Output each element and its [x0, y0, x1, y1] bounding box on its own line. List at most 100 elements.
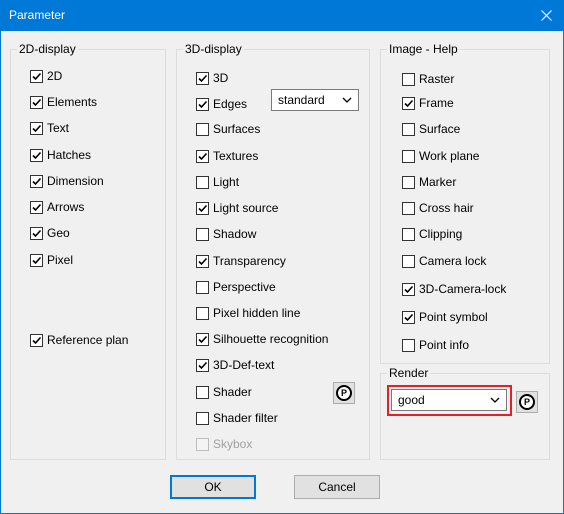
checkbox-label: Pixel	[47, 253, 74, 267]
checkbox-surfaces[interactable]: Surfaces	[196, 121, 260, 137]
checkbox-marker[interactable]: Marker	[402, 174, 456, 190]
checkbox-label: Work plane	[419, 149, 480, 163]
chevron-down-icon	[490, 397, 500, 403]
checkbox-work-plane[interactable]: Work plane	[402, 148, 479, 164]
checkbox-textures[interactable]: Textures	[196, 148, 258, 164]
checkbox-box[interactable]	[196, 385, 209, 399]
checkbox-box[interactable]	[402, 175, 415, 189]
checkbox-shader[interactable]: Shader	[196, 384, 252, 400]
checkbox-box[interactable]	[30, 226, 43, 240]
checkbox-box[interactable]	[402, 227, 415, 241]
checkbox-reference-plan[interactable]: Reference plan	[30, 332, 128, 348]
checkbox-box[interactable]	[30, 95, 43, 109]
checkbox-2d[interactable]: 2D	[30, 68, 62, 84]
checkbox-box[interactable]	[196, 227, 209, 241]
checkbox-box[interactable]	[402, 96, 415, 110]
checkbox-box[interactable]	[196, 122, 209, 136]
render-select[interactable]: good	[391, 389, 507, 411]
checkmark-icon	[404, 99, 414, 107]
checkbox-box[interactable]	[196, 411, 209, 425]
checkbox-light[interactable]: Light	[196, 174, 239, 190]
checkbox-label: Hatches	[47, 148, 92, 162]
checkmark-icon	[198, 257, 208, 265]
checkmark-icon	[198, 152, 208, 160]
checkbox-hatches[interactable]: Hatches	[30, 147, 91, 163]
render-p-button[interactable]: P	[516, 391, 538, 413]
checkbox-elements[interactable]: Elements	[30, 94, 97, 110]
checkbox-raster[interactable]: Raster	[402, 71, 454, 87]
checkbox-label: Pixel hidden line	[213, 306, 301, 320]
checkbox-cross-hair[interactable]: Cross hair	[402, 200, 474, 216]
checkbox-box[interactable]	[196, 175, 209, 189]
checkbox-3d[interactable]: 3D	[196, 70, 228, 86]
close-button[interactable]	[528, 0, 564, 31]
checkbox-text[interactable]: Text	[30, 120, 69, 136]
cancel-button[interactable]: Cancel	[294, 475, 380, 499]
checkbox-perspective[interactable]: Perspective	[196, 279, 276, 295]
checkbox-frame[interactable]: Frame	[402, 95, 454, 111]
checkmark-icon	[32, 98, 42, 106]
checkbox-box[interactable]	[196, 358, 209, 372]
checkbox-box[interactable]	[402, 254, 415, 268]
checkbox-pixel[interactable]: Pixel	[30, 252, 73, 268]
checkbox-box[interactable]	[196, 254, 209, 268]
checkbox-label: Camera lock	[419, 254, 487, 268]
checkbox-box[interactable]	[30, 333, 43, 347]
checkbox-point-symbol[interactable]: Point symbol	[402, 309, 488, 325]
checkbox-label: 3D	[213, 71, 229, 85]
checkbox-box	[196, 437, 209, 451]
ok-button[interactable]: OK	[170, 475, 256, 499]
checkbox-label: 2D	[47, 69, 63, 83]
checkbox-box[interactable]	[30, 253, 43, 267]
checkbox-light-source[interactable]: Light source	[196, 200, 278, 216]
checkbox-shadow[interactable]: Shadow	[196, 226, 256, 242]
checkbox-surface[interactable]: Surface	[402, 121, 460, 137]
checkbox-box[interactable]	[402, 72, 415, 86]
edges-select[interactable]: standard	[271, 89, 359, 111]
window-title: Parameter	[9, 8, 66, 22]
checkbox-box[interactable]	[30, 200, 43, 214]
checkbox-label: Perspective	[213, 280, 276, 294]
checkmark-icon	[32, 151, 42, 159]
checkbox-point-info[interactable]: Point info	[402, 337, 469, 353]
ok-button-label: OK	[204, 480, 222, 494]
checkbox-box[interactable]	[402, 201, 415, 215]
checkmark-icon	[198, 204, 208, 212]
checkbox-box[interactable]	[402, 149, 415, 163]
checkbox-box[interactable]	[196, 71, 209, 85]
checkmark-icon	[32, 72, 42, 80]
checkbox-box[interactable]	[30, 148, 43, 162]
checkbox-box[interactable]	[402, 122, 415, 136]
checkbox-edges[interactable]: Edges	[196, 96, 247, 112]
render-select-value: good	[398, 393, 425, 407]
checkbox-box[interactable]	[196, 306, 209, 320]
checkbox-box[interactable]	[196, 97, 209, 111]
checkbox-label: Shader filter	[213, 411, 278, 425]
checkbox-3d-def-text[interactable]: 3D-Def-text	[196, 357, 274, 373]
checkbox-box[interactable]	[30, 174, 43, 188]
checkbox-box[interactable]	[402, 338, 415, 352]
checkbox-pixel-hidden-line[interactable]: Pixel hidden line	[196, 305, 300, 321]
checkbox-dimension[interactable]: Dimension	[30, 173, 104, 189]
checkbox-box[interactable]	[196, 149, 209, 163]
checkbox-silhouette-recognition[interactable]: Silhouette recognition	[196, 331, 328, 347]
checkbox-clipping[interactable]: Clipping	[402, 226, 462, 242]
checkbox-label: Clipping	[419, 227, 463, 241]
checkbox-label: Light source	[213, 201, 279, 215]
checkbox-geo[interactable]: Geo	[30, 225, 70, 241]
checkbox-label: Reference plan	[47, 333, 129, 347]
checkbox-transparency[interactable]: Transparency	[196, 253, 286, 269]
checkbox-3d-camera-lock[interactable]: 3D-Camera-lock	[402, 281, 506, 297]
checkbox-box[interactable]	[402, 282, 415, 296]
checkbox-arrows[interactable]: Arrows	[30, 199, 84, 215]
checkbox-box[interactable]	[30, 121, 43, 135]
checkbox-box[interactable]	[196, 280, 209, 294]
checkbox-box[interactable]	[196, 201, 209, 215]
checkbox-box[interactable]	[196, 332, 209, 346]
checkbox-box[interactable]	[30, 69, 43, 83]
checkbox-shader-filter[interactable]: Shader filter	[196, 410, 278, 426]
checkbox-label: Raster	[419, 72, 455, 86]
checkbox-box[interactable]	[402, 310, 415, 324]
checkbox-camera-lock[interactable]: Camera lock	[402, 253, 486, 269]
shader-p-button[interactable]: P	[333, 382, 355, 404]
